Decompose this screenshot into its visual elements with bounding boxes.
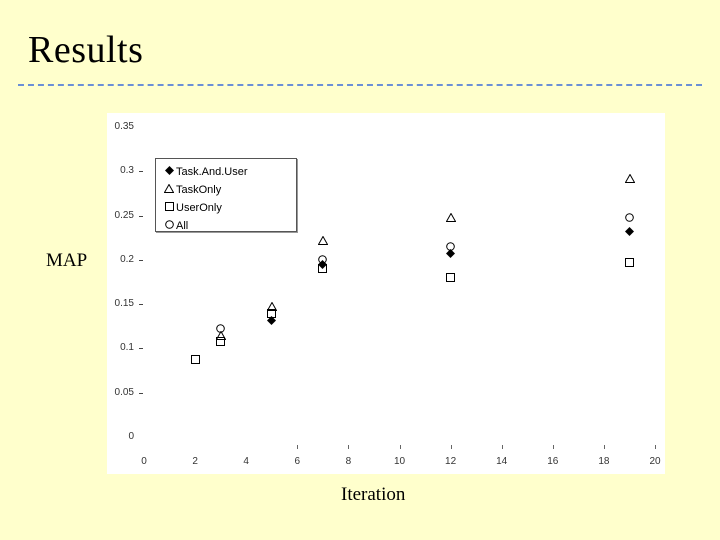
x-axis-tick-label: 12 [445,456,457,467]
y-axis-label: MAP [46,250,88,271]
x-axis-tick-mark [450,445,452,449]
y-axis-tick-mark [139,348,143,350]
x-axis-tick-mark [399,445,401,449]
legend-item: UserOnly [162,199,222,217]
data-point [624,258,634,267]
scatter-plot: 0 0.05 0.1 0.15 0.2 0.25 0.3 0.35 0 2 4 6 8 10 12 14 16 1… [107,113,665,474]
y-axis-tick-label: 0.1 [120,342,134,354]
legend-item: TaskOnly [162,181,221,199]
y-axis-tick-label: 0.35 [114,121,134,132]
x-axis-tick-mark [348,445,350,449]
y-axis-tick-label: 0.2 [120,253,134,265]
data-point [216,336,226,346]
x-axis-tick-label: 20 [649,456,661,467]
page-title: Results [28,29,144,71]
data-point [216,324,225,334]
legend-item-label: Task.And.User [176,166,248,178]
y-axis-tick-mark [139,215,143,217]
x-axis-tick-mark [501,445,503,449]
x-axis-tick-label: 2 [192,456,198,467]
x-axis-tick-label: 8 [345,456,352,467]
x-axis-tick-label: 4 [243,456,249,467]
data-point [446,273,456,283]
y-axis-tick-label: 0.15 [114,298,134,310]
y-axis-tick-label: 0.05 [114,386,134,398]
data-point [624,227,634,236]
y-axis-tick-label: 0.25 [114,209,134,221]
x-axis-tick-mark [655,445,656,449]
data-point [318,264,328,274]
y-axis-tick-mark [139,304,143,306]
x-axis-tick-mark [603,445,605,449]
slide: Results MAP Iteration 0 0.05 0.1 0.15 0.2 0.2… [0,0,720,540]
data-point [267,309,277,319]
x-axis-tick-label: 10 [393,456,406,467]
y-axis-tick-label: 0.3 [120,165,134,177]
legend-item-label: TaskOnly [176,184,222,196]
title-divider [18,84,702,86]
data-point [625,213,634,222]
chart-legend: Task.And.User TaskOnly UserOnly All [155,158,297,232]
y-axis-tick-mark [139,171,143,173]
data-point [624,173,635,183]
legend-item-label: UserOnly [176,202,222,214]
x-axis-tick-label: 18 [598,456,610,467]
x-axis-tick-mark [297,445,299,449]
legend-item: All [162,217,188,235]
data-point [190,354,200,364]
data-point [318,255,328,265]
y-axis-tick-mark [139,259,143,261]
data-point [446,212,457,222]
x-axis-tick-label: 0 [141,456,147,467]
data-point [318,235,329,245]
legend-marker-icon [162,199,176,217]
chart-panel: 0 0.05 0.1 0.15 0.2 0.25 0.3 0.35 0 2 4 6 8 10 12 14 16 1… [107,113,665,474]
x-axis-tick-label: 14 [496,456,508,467]
y-axis-tick-label: 0 [128,431,134,442]
legend-item-label: All [176,220,189,232]
legend-marker-icon [162,181,176,199]
x-axis-tick-label: 16 [547,456,559,467]
x-axis-tick-mark [552,445,554,449]
legend-marker-icon [162,163,176,181]
data-point [446,242,455,251]
x-axis-tick-label: 6 [294,456,301,467]
x-axis-label: Iteration [341,484,406,505]
y-axis-tick-mark [139,392,143,394]
legend-item: Task.And.User [162,163,248,181]
legend-marker-icon [162,217,176,235]
